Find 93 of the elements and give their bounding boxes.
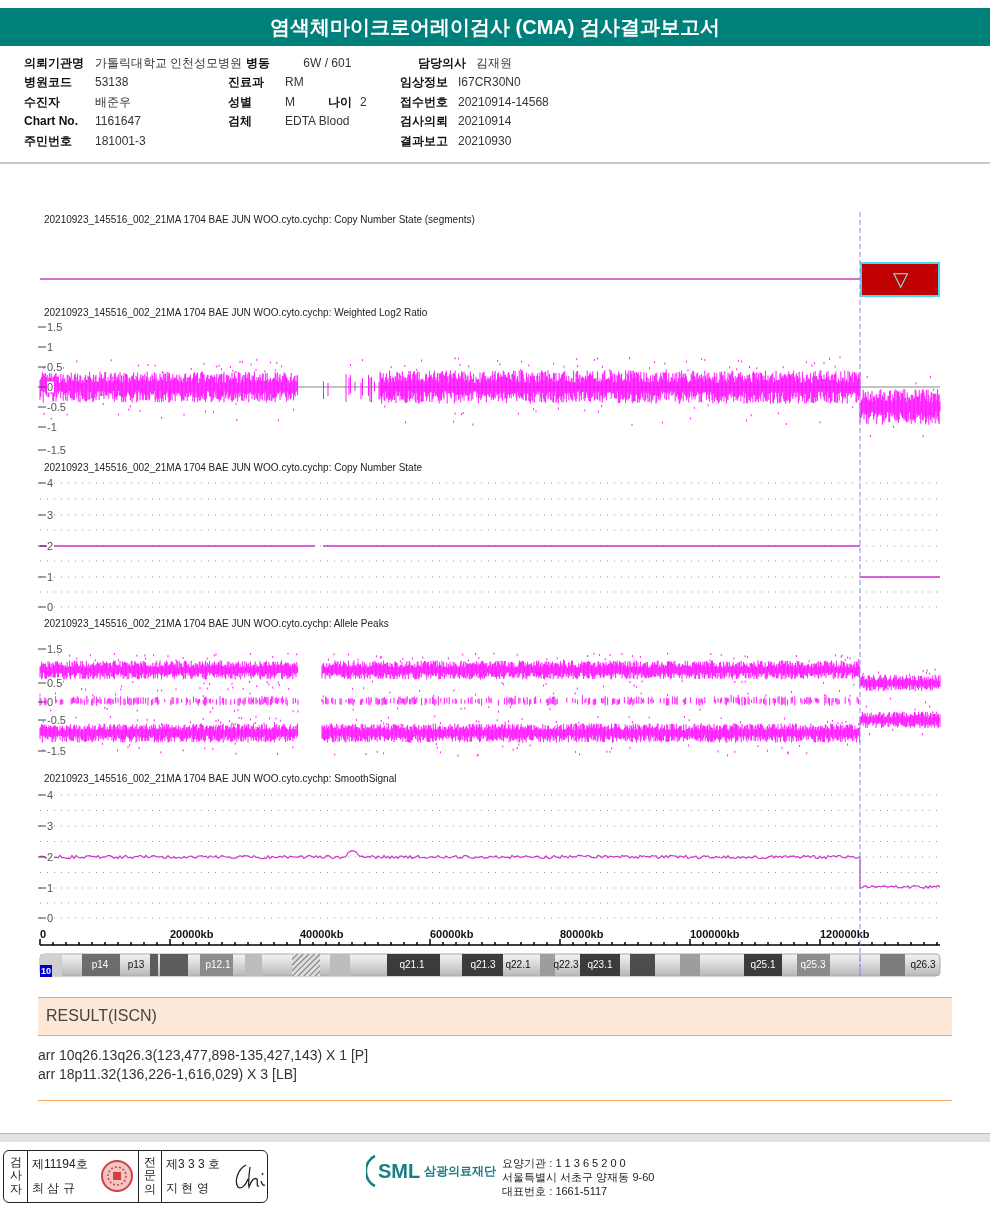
signer-name: 최 삼 규 — [32, 1180, 76, 1197]
contact-line: 대표번호 : 1661-5117 — [502, 1183, 609, 1198]
field-label: 병동 — [246, 54, 272, 72]
band-label: q22.1 — [505, 959, 531, 970]
band-label: q25.3 — [800, 959, 826, 970]
band-label: q26.3 — [910, 959, 936, 970]
track-title: 20210923_145516_002_21MA 1704 BAE JUN WOO.cyto.cychp: Weighted Log2 Ratio — [44, 307, 428, 318]
field-label: 임상정보 — [400, 74, 449, 92]
field-value: 2 — [360, 93, 368, 111]
band-label: q21.1 — [399, 959, 425, 970]
axis-label: 0.5 — [47, 677, 64, 688]
track-title: 20210923_145516_002_21MA 1704 BAE JUN WOO.cyto.cychp: SmoothSignal — [44, 773, 397, 784]
field-value: 20210930 — [458, 132, 512, 150]
track-title: 20210923_145516_002_21MA 1704 BAE JUN WOO.cyto.cychp: Allele Peaks — [44, 618, 389, 629]
field-label: 진료과 — [228, 74, 265, 92]
axis-label: 1.5 — [47, 643, 64, 654]
axis-label: 3 — [47, 509, 55, 520]
result-line: arr 10q26.13q26.3(123,477,898-135,427,143) X 1 [P] — [38, 1045, 370, 1065]
axis-label: 40000kb — [300, 928, 344, 940]
field-label: 접수번호 — [400, 93, 449, 111]
axis-label: 0 — [47, 381, 55, 392]
axis-label: 100000kb — [690, 928, 740, 940]
contact-line: 서울특별시 서초구 양재동 9-60 — [502, 1169, 655, 1184]
axis-label: -1.5 — [47, 444, 67, 455]
report-title: 염색체마이크로어레이검사 (CMA) 검사결과보고서 — [270, 15, 720, 40]
axis-label: 1 — [47, 882, 55, 893]
license-number: 제11194호 — [32, 1156, 88, 1173]
field-value: 20210914 — [458, 113, 512, 131]
field-value: 1161647 — [95, 113, 142, 131]
track-title: 20210923_145516_002_21MA 1704 BAE JUN WOO.cyto.cychp: Copy Number State (segments) — [44, 214, 475, 225]
band-label: p13 — [127, 959, 145, 970]
band-label: q21.3 — [470, 959, 496, 970]
field-label: 검체 — [228, 113, 253, 131]
axis-label: 80000kb — [560, 928, 604, 940]
field-value: RM — [285, 74, 305, 92]
axis-label: -1.5 — [47, 745, 67, 756]
field-label: 담당의사 — [418, 54, 468, 72]
field-value: 20210914-14568 — [458, 93, 549, 111]
field-value: 김재원 — [476, 54, 513, 72]
field-label: 검사의뢰 — [400, 113, 449, 131]
field-label: 성별 — [228, 93, 253, 111]
signer-name: 지 현 영 — [166, 1180, 210, 1197]
band-label: q22.3 — [553, 959, 579, 970]
field-label: Chart No. — [24, 113, 79, 131]
signer-role: 전문의 — [144, 1156, 156, 1196]
band-label: q25.1 — [750, 959, 776, 970]
band-label: p14 — [91, 959, 109, 970]
field-value: 181001-3 — [95, 132, 147, 150]
axis-label: 0 — [40, 928, 47, 940]
field-label: 결과보고 — [400, 132, 449, 150]
field-label: 주민번호 — [24, 132, 73, 150]
axis-label: 60000kb — [430, 928, 474, 940]
field-label: 병원코드 — [24, 74, 73, 92]
seal-icon — [99, 1159, 134, 1193]
field-value: M — [285, 93, 296, 111]
axis-label: 1 — [47, 341, 55, 352]
field-label: 수진자 — [24, 93, 61, 111]
field-value: 6W / 601 — [303, 54, 353, 72]
axis-label: 2 — [47, 851, 55, 862]
license-number: 제3 3 3 호 — [166, 1156, 221, 1173]
logo-text: SML — [378, 1160, 421, 1181]
axis-label: 0 — [47, 912, 55, 923]
field-value: 53138 — [95, 74, 130, 92]
axis-label: 120000kb — [820, 928, 870, 940]
axis-label: 4 — [47, 477, 55, 488]
axis-label: 1 — [47, 571, 55, 582]
axis-label: 2 — [47, 540, 55, 551]
axis-label: 3 — [47, 820, 55, 831]
field-value: I67CR30N0 — [458, 74, 521, 92]
field-value: 배준우 — [95, 93, 132, 111]
signer-role: 검사자 — [9, 1156, 22, 1196]
axis-label: 0 — [47, 696, 55, 707]
logo-arc-icon — [366, 1153, 376, 1188]
result-line: arr 18p11.32(136,226-1,616,029) X 3 [LB] — [38, 1064, 298, 1084]
field-label: 의뢰기관명 — [24, 54, 85, 72]
axis-label: 0.5 — [47, 361, 64, 372]
contact-line: 요양기관 : 1 1 3 6 5 2 0 0 — [502, 1155, 627, 1170]
track-title: 20210923_145516_002_21MA 1704 BAE JUN WOO.cyto.cychp: Copy Number State — [44, 462, 422, 473]
axis-label: -0.5 — [47, 401, 67, 412]
field-value: EDTA Blood — [285, 113, 351, 131]
axis-label: -0.5 — [47, 714, 67, 725]
loss-segment-marker[interactable]: ▽ — [860, 261, 940, 297]
result-heading: RESULT(ISCN) — [46, 1006, 157, 1026]
axis-label: 1.5 — [47, 321, 64, 332]
axis-label: -1 — [47, 421, 58, 432]
band-label: p12.1 — [205, 959, 231, 970]
axis-label: 20000kb — [170, 928, 214, 940]
band-label: q23.1 — [587, 959, 613, 970]
field-value: 가톨릭대학교 인천성모병원 — [95, 54, 244, 72]
axis-label: 0 — [47, 601, 55, 612]
axis-label: 4 — [47, 789, 55, 800]
organization-name: 삼광의료재단 — [424, 1162, 497, 1180]
field-label: 나이 — [328, 93, 353, 111]
